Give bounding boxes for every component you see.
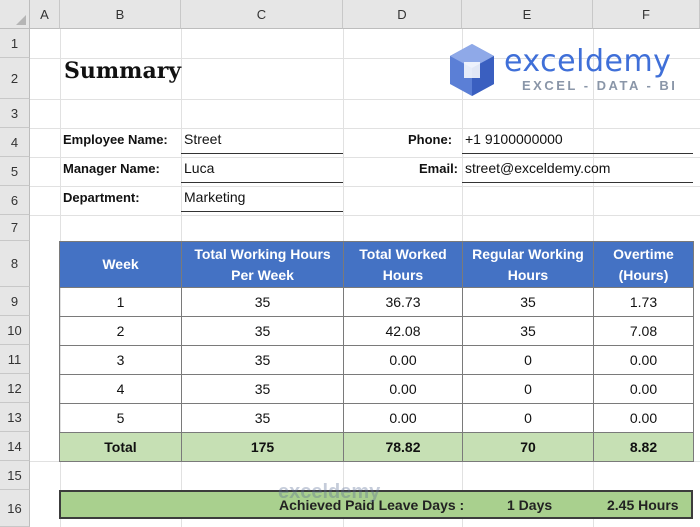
cell-regular-working-hours[interactable]: 35	[462, 287, 594, 317]
paid-leave-hours[interactable]: 2.45 Hours	[607, 497, 679, 513]
phone-value[interactable]: +1 9100000000	[465, 131, 563, 147]
cell-underline	[462, 182, 693, 183]
cell-total-working-hours[interactable]: 35	[181, 345, 344, 375]
header-total-worked-hours[interactable]: Total Worked Hours	[343, 241, 463, 288]
cell-total-working-hours[interactable]: 35	[181, 374, 344, 404]
gridline	[30, 215, 700, 216]
row-header-8[interactable]: 8	[0, 241, 30, 287]
table-row: 5 35 0.00 0 0.00	[59, 403, 694, 433]
table-row: 3 35 0.00 0 0.00	[59, 345, 694, 375]
exceldemy-watermark: exceldemy	[278, 481, 381, 503]
column-header-b[interactable]: B	[60, 0, 181, 29]
cell-regular-working-hours[interactable]: 0	[462, 403, 594, 433]
manager-name-label: Manager Name:	[63, 161, 160, 176]
total-working-hours[interactable]: 175	[181, 432, 344, 462]
select-all-corner[interactable]	[0, 0, 30, 29]
cell-week[interactable]: 5	[59, 403, 182, 433]
row-header-7[interactable]: 7	[0, 215, 30, 241]
gridline	[30, 186, 700, 187]
spreadsheet: A B C D E F 1 2 3 4 5 6 7 8 9 10 11 12 1…	[0, 0, 700, 527]
sheet-title[interactable]: Summary	[64, 58, 181, 84]
exceldemy-logo-icon	[450, 44, 494, 96]
cell-regular-working-hours[interactable]: 35	[462, 316, 594, 346]
cell-total-worked-hours[interactable]: 0.00	[343, 403, 463, 433]
total-label[interactable]: Total	[59, 432, 182, 462]
column-header-a[interactable]: A	[30, 0, 60, 29]
column-header-e[interactable]: E	[462, 0, 593, 29]
row-header-4[interactable]: 4	[0, 128, 30, 157]
logo-wordmark: exceldemy	[504, 44, 672, 79]
cell-total-worked-hours[interactable]: 0.00	[343, 374, 463, 404]
cell-underline	[462, 153, 693, 154]
table-row: 2 35 42.08 35 7.08	[59, 316, 694, 346]
row-header-3[interactable]: 3	[0, 99, 30, 128]
email-label: Email:	[419, 161, 459, 176]
employee-name-label: Employee Name:	[63, 132, 168, 147]
header-week[interactable]: Week	[59, 241, 182, 288]
total-regular-hours[interactable]: 70	[462, 432, 594, 462]
row-header-11[interactable]: 11	[0, 345, 30, 374]
cell-total-working-hours[interactable]: 35	[181, 316, 344, 346]
row-header-10[interactable]: 10	[0, 316, 30, 345]
email-value[interactable]: street@exceldemy.com	[465, 160, 610, 176]
cell-total-worked-hours[interactable]: 42.08	[343, 316, 463, 346]
row-header-1[interactable]: 1	[0, 29, 30, 58]
gridline	[30, 157, 700, 158]
employee-name-value[interactable]: Street	[184, 131, 221, 147]
cell-overtime-hours[interactable]: 1.73	[593, 287, 694, 317]
department-value[interactable]: Marketing	[184, 189, 245, 205]
header-overtime-hours[interactable]: Overtime (Hours)	[593, 241, 694, 288]
phone-label: Phone:	[408, 132, 453, 147]
paid-leave-days[interactable]: 1 Days	[507, 497, 552, 513]
cell-regular-working-hours[interactable]: 0	[462, 374, 594, 404]
cell-week[interactable]: 2	[59, 316, 182, 346]
manager-name-value[interactable]: Luca	[184, 160, 214, 176]
total-worked-hours[interactable]: 78.82	[343, 432, 463, 462]
total-overtime-hours[interactable]: 8.82	[593, 432, 694, 462]
column-header-f[interactable]: F	[593, 0, 700, 29]
cell-total-worked-hours[interactable]: 36.73	[343, 287, 463, 317]
table-header-row: Week Total Working Hours Per Week Total …	[59, 241, 694, 288]
header-regular-working-hours[interactable]: Regular Working Hours	[462, 241, 594, 288]
cell-week[interactable]: 4	[59, 374, 182, 404]
cell-total-worked-hours[interactable]: 0.00	[343, 345, 463, 375]
row-header-16[interactable]: 16	[0, 490, 30, 527]
gridline	[30, 128, 700, 129]
row-header-6[interactable]: 6	[0, 186, 30, 215]
row-header-9[interactable]: 9	[0, 287, 30, 316]
overtime-table: Week Total Working Hours Per Week Total …	[59, 241, 694, 462]
cell-underline	[181, 211, 343, 212]
row-header-15[interactable]: 15	[0, 461, 30, 490]
cell-overtime-hours[interactable]: 0.00	[593, 374, 694, 404]
table-row: 4 35 0.00 0 0.00	[59, 374, 694, 404]
row-header-12[interactable]: 12	[0, 374, 30, 403]
header-total-working-hours[interactable]: Total Working Hours Per Week	[181, 241, 344, 288]
exceldemy-logo: exceldemy EXCEL - DATA - BI	[446, 40, 696, 100]
cell-total-working-hours[interactable]: 35	[181, 287, 344, 317]
column-header-d[interactable]: D	[343, 0, 462, 29]
row-header-5[interactable]: 5	[0, 157, 30, 186]
table-total-row: Total 175 78.82 70 8.82	[59, 432, 694, 462]
row-header-14[interactable]: 14	[0, 432, 30, 461]
cell-overtime-hours[interactable]: 7.08	[593, 316, 694, 346]
cell-week[interactable]: 3	[59, 345, 182, 375]
cell-regular-working-hours[interactable]: 0	[462, 345, 594, 375]
cell-underline	[181, 153, 343, 154]
row-header-2[interactable]: 2	[0, 58, 30, 99]
cell-overtime-hours[interactable]: 0.00	[593, 345, 694, 375]
cell-total-working-hours[interactable]: 35	[181, 403, 344, 433]
row-header-13[interactable]: 13	[0, 403, 30, 432]
cell-underline	[181, 182, 343, 183]
column-header-c[interactable]: C	[181, 0, 343, 29]
table-row: 1 35 36.73 35 1.73	[59, 287, 694, 317]
department-label: Department:	[63, 190, 140, 205]
logo-tagline: EXCEL - DATA - BI	[522, 78, 678, 93]
cell-overtime-hours[interactable]: 0.00	[593, 403, 694, 433]
cell-week[interactable]: 1	[59, 287, 182, 317]
